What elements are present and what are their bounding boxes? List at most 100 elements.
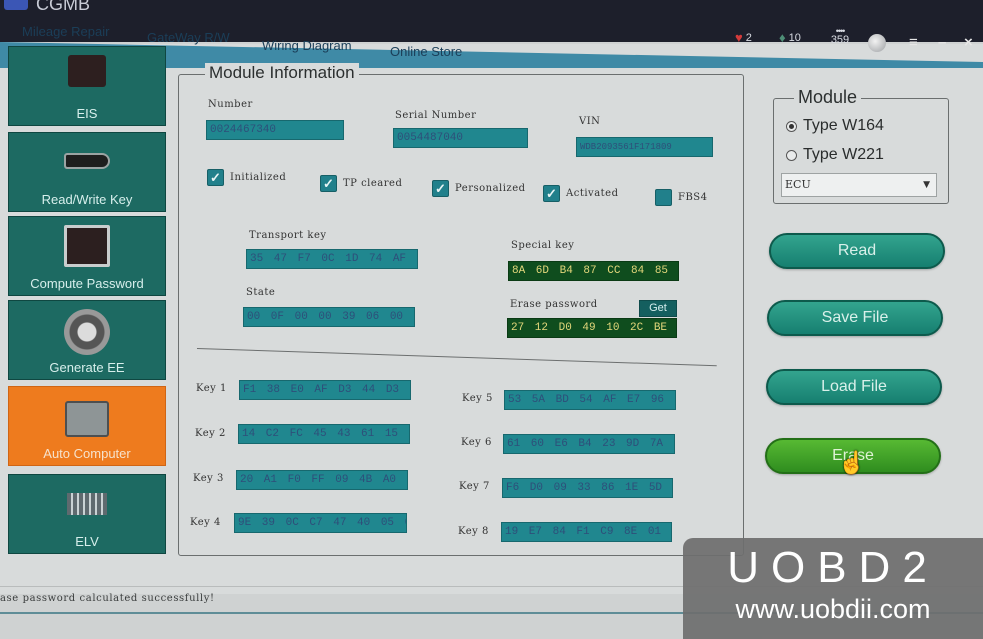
menu-icon[interactable]: ≡ (909, 34, 918, 51)
hand-cursor-icon: ☝ (838, 450, 866, 475)
speedometer-icon[interactable] (868, 34, 886, 52)
sidebar-item-label: Auto Computer (43, 446, 131, 461)
computer-screen-icon (64, 225, 110, 267)
watermark-url: www.uobdii.com (735, 594, 931, 624)
hearts-counter: ♥ 2 (735, 30, 752, 45)
transport-key-field[interactable]: 35 47 F7 0C 1D 74 AF F7 (246, 249, 418, 269)
number-field[interactable]: 0024467340 (206, 120, 344, 140)
car-key-icon (64, 153, 110, 169)
status-message: ase password calculated successfully! (0, 593, 215, 604)
serial-number-field[interactable]: 0054487040 (393, 128, 528, 148)
watermark-brand: UOBD2 (727, 543, 939, 592)
heart-icon: ♥ (735, 30, 743, 45)
type-w164-radio[interactable]: Type W164 (786, 117, 884, 135)
module-title: Module (794, 87, 862, 108)
personalized-label: Personalized (455, 183, 526, 194)
chevron-down-icon: ▼ (923, 180, 930, 190)
check-icon: ✓ (543, 185, 560, 202)
special-key-field[interactable]: 8A 6D B4 87 CC 84 85 A0 (508, 261, 679, 281)
gem-icon: ♦ (779, 30, 786, 45)
points-counter: •••• 359 (828, 27, 852, 46)
sidebar-item-generate-ee[interactable]: Generate EE (8, 300, 166, 380)
sidebar-item-elv[interactable]: ELV (8, 474, 166, 554)
minimize-button[interactable]: – (938, 34, 946, 51)
type-w221-label: Type W221 (803, 146, 884, 163)
personalized-checkbox[interactable]: ✓ Personalized (432, 180, 526, 197)
check-icon: ✓ (320, 175, 337, 192)
activated-checkbox[interactable]: ✓ Activated (543, 185, 619, 202)
menu-mileage-repair[interactable]: Mileage Repair (22, 24, 109, 39)
key-1-label: Key 1 (196, 383, 227, 394)
erase-password-label: Erase password (510, 299, 598, 310)
menu-online-store[interactable]: Online Store (390, 44, 462, 59)
radio-unselected-icon (786, 149, 797, 161)
key-5-field[interactable]: 53 5A BD 54 AF E7 96 49 (504, 390, 676, 410)
tp-cleared-label: TP cleared (343, 178, 403, 189)
sidebar-item-auto-computer[interactable]: Auto Computer (8, 386, 166, 466)
initialized-label: Initialized (230, 172, 287, 183)
close-button[interactable]: × (964, 34, 973, 51)
module-type-select[interactable]: ECU ▼ (781, 173, 937, 197)
save-file-button[interactable]: Save File (767, 300, 943, 336)
fbs4-checkbox[interactable]: FBS4 (655, 189, 708, 206)
circuit-board-icon (67, 493, 107, 515)
gems-value: 10 (788, 31, 801, 44)
get-button[interactable]: Get (639, 300, 677, 317)
initialized-checkbox[interactable]: ✓ Initialized (207, 169, 286, 186)
app-title: CGMB (36, 0, 90, 14)
key-5-label: Key 5 (462, 393, 493, 404)
sidebar-item-label: Compute Password (30, 276, 144, 291)
module-type-select-value: ECU (785, 178, 811, 191)
sidebar-item-label: Read/Write Key (41, 192, 133, 207)
sidebar-item-label: Generate EE (49, 360, 125, 375)
menu-gateway-rw[interactable]: GateWay R/W (147, 30, 230, 45)
key-8-label: Key 8 (458, 526, 489, 537)
key-6-label: Key 6 (461, 437, 492, 448)
load-file-button[interactable]: Load File (766, 369, 942, 405)
state-field[interactable]: 00 0F 00 00 39 06 00 00 (243, 307, 415, 327)
ecu-icon (65, 401, 109, 437)
menu-wiring-diagram[interactable]: Wiring Diagram (262, 38, 352, 53)
key-2-label: Key 2 (195, 428, 226, 439)
key-3-field[interactable]: 20 A1 F0 FF 09 4B A0 05 (236, 470, 408, 490)
key-1-field[interactable]: F1 38 E0 AF D3 44 D3 41 (239, 380, 411, 400)
key-4-field[interactable]: 9E 39 0C C7 47 40 05 0D (234, 513, 407, 533)
watermark: UOBD2 www.uobdii.com (683, 538, 983, 639)
key-7-label: Key 7 (459, 481, 490, 492)
printer-icon (64, 309, 110, 355)
key-7-field[interactable]: F6 D0 09 33 86 1E 5D 38 (502, 478, 673, 498)
check-icon: ✓ (207, 169, 224, 186)
module-information-title: Module Information (205, 63, 359, 83)
type-w221-radio[interactable]: Type W221 (786, 146, 884, 164)
key-3-label: Key 3 (193, 473, 224, 484)
activated-label: Activated (566, 188, 619, 199)
gems-counter: ♦ 10 (779, 30, 801, 45)
checkbox-empty (655, 189, 672, 206)
sidebar-item-read-write-key[interactable]: Read/Write Key (8, 132, 166, 212)
sidebar-item-compute-password[interactable]: Compute Password (8, 216, 166, 296)
special-key-label: Special key (511, 240, 575, 251)
points-value: 359 (830, 34, 850, 46)
app-logo-icon (4, 0, 28, 10)
sidebar-item-label: ELV (75, 534, 99, 549)
transport-key-label: Transport key (249, 230, 327, 241)
vin-field[interactable]: WDB2093561F171809 (576, 137, 713, 157)
sidebar-item-label: EIS (76, 106, 98, 121)
erase-password-field[interactable]: 27 12 D0 49 10 2C BE 13 (507, 318, 677, 338)
sidebar-item-eis[interactable]: EIS (8, 46, 166, 126)
vin-label: VIN (579, 116, 601, 127)
hearts-value: 2 (745, 31, 752, 44)
type-w164-label: Type W164 (803, 117, 884, 134)
tp-cleared-checkbox[interactable]: ✓ TP cleared (320, 175, 402, 192)
number-label: Number (208, 99, 253, 110)
key-2-field[interactable]: 14 C2 FC 45 43 61 15 5A (238, 424, 410, 444)
read-button[interactable]: Read (769, 233, 945, 269)
key-8-field[interactable]: 19 E7 84 F1 C9 8E 01 02 (501, 522, 672, 542)
key-6-field[interactable]: 61 60 E6 B4 23 9D 7A B6 (503, 434, 675, 454)
radio-selected-icon (786, 120, 797, 132)
eis-module-icon (68, 55, 106, 87)
key-4-label: Key 4 (190, 517, 221, 528)
check-icon: ✓ (432, 180, 449, 197)
fbs4-label: FBS4 (678, 192, 708, 203)
state-label: State (246, 287, 276, 298)
